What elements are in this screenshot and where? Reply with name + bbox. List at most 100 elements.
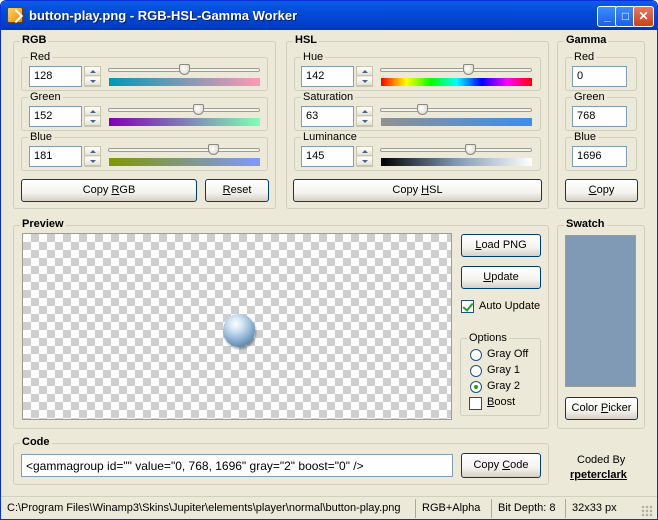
blue-label: Blue <box>28 131 55 143</box>
saturation-slider-thumb[interactable] <box>416 104 428 115</box>
copy-hsl-button[interactable]: Copy HSL <box>293 179 542 202</box>
status-bit-depth: Bit Depth: 8 <box>491 499 565 518</box>
copy-gamma-rest: opy <box>596 184 615 196</box>
gray-2-label[interactable]: Gray 2 <box>487 380 520 392</box>
play-button-image <box>223 314 255 347</box>
status-file-path: C:\Program Files\Winamp3\Skins\Jupiter\e… <box>7 502 401 514</box>
boost-checkbox[interactable] <box>469 397 482 410</box>
blue-spinner[interactable] <box>84 146 101 167</box>
spin-down-icon[interactable] <box>85 117 100 126</box>
red-gradient-bar <box>109 78 260 86</box>
hsl-group-title: HSL <box>293 34 319 46</box>
hue-label: Hue <box>301 51 326 63</box>
luminance-gradient-bar <box>381 158 532 166</box>
spin-up-icon[interactable] <box>357 147 372 156</box>
gamma-blue-label: Blue <box>572 131 599 143</box>
spin-up-icon[interactable] <box>357 107 372 116</box>
credit-label: Coded By <box>577 454 626 466</box>
gamma-red-label: Red <box>572 51 597 63</box>
luminance-input[interactable]: 145 <box>301 146 354 167</box>
close-button[interactable]: ✕ <box>633 6 654 27</box>
hue-spinner[interactable] <box>356 66 373 87</box>
gray-1-radio[interactable] <box>470 365 482 377</box>
luminance-label: Luminance <box>301 131 359 143</box>
gray-off-label[interactable]: Gray Off <box>487 348 528 360</box>
red-input[interactable]: 128 <box>29 66 82 87</box>
spin-up-icon[interactable] <box>357 67 372 76</box>
copy-rgb-prefix: Copy <box>82 184 112 196</box>
author-link[interactable]: rpeterclark <box>570 469 627 481</box>
spin-down-icon[interactable] <box>357 157 372 166</box>
rgb-group-title: RGB <box>20 34 49 46</box>
red-slider-thumb[interactable] <box>178 64 190 75</box>
resize-grip-icon[interactable] <box>641 505 653 517</box>
saturation-input[interactable]: 63 <box>301 106 354 127</box>
luminance-slider-thumb[interactable] <box>464 144 476 155</box>
gamma-blue-input[interactable]: 1696 <box>572 146 627 167</box>
reset-rest: eset <box>230 184 252 196</box>
hue-gradient-bar <box>381 78 532 86</box>
copy-rgb-rest: GB <box>119 184 136 196</box>
boost-rest: oost <box>494 396 516 408</box>
copy-code-accel: C <box>502 459 511 471</box>
luminance-slider-track[interactable] <box>380 148 532 152</box>
auto-update-checkbox[interactable] <box>461 300 474 313</box>
green-gradient-bar <box>109 118 260 126</box>
green-slider-thumb[interactable] <box>192 104 204 115</box>
green-spinner[interactable] <box>84 106 101 127</box>
status-mode: RGB+Alpha <box>415 499 491 518</box>
copy-code-prefix: Copy <box>473 459 503 471</box>
reset-button[interactable]: Reset <box>205 179 269 202</box>
saturation-spinner[interactable] <box>356 106 373 127</box>
saturation-slider-track[interactable] <box>380 108 532 112</box>
preview-canvas[interactable] <box>22 233 452 420</box>
copy-code-button[interactable]: Copy Code <box>461 453 541 478</box>
update-button[interactable]: Update <box>461 266 541 289</box>
green-slider-track[interactable] <box>108 108 260 112</box>
picker-rest: icker <box>608 402 632 414</box>
boost-label[interactable]: Boost <box>487 396 515 408</box>
copy-rgb-button[interactable]: Copy RGB <box>21 179 197 202</box>
gamma-green-input[interactable]: 768 <box>572 106 627 127</box>
copy-gamma-button[interactable]: Copy <box>565 179 638 202</box>
app-icon[interactable] <box>7 7 23 23</box>
spin-up-icon[interactable] <box>85 147 100 156</box>
spin-up-icon[interactable] <box>85 107 100 116</box>
title-bar[interactable]: button-play.png - RGB-HSL-Gamma Worker _… <box>1 1 657 30</box>
hue-slider-track[interactable] <box>380 68 532 72</box>
gamma-green-label: Green <box>572 91 607 103</box>
code-output-field[interactable]: <gammagroup id="" value="0, 768, 1696" g… <box>21 454 453 477</box>
color-swatch <box>565 235 636 387</box>
red-label: Red <box>28 51 53 63</box>
code-group-title: Code <box>20 436 52 448</box>
update-rest: pdate <box>491 271 519 283</box>
spin-down-icon[interactable] <box>357 77 372 86</box>
app-window: button-play.png - RGB-HSL-Gamma Worker _… <box>0 0 658 520</box>
luminance-spinner[interactable] <box>356 146 373 167</box>
spin-down-icon[interactable] <box>85 77 100 86</box>
blue-gradient-bar <box>109 158 260 166</box>
load-png-button[interactable]: Load PNG <box>461 234 541 257</box>
swatch-group-title: Swatch <box>564 218 607 230</box>
spin-down-icon[interactable] <box>357 117 372 126</box>
gamma-group-title: Gamma <box>564 34 609 46</box>
hue-input[interactable]: 142 <box>301 66 354 87</box>
gamma-red-input[interactable]: 0 <box>572 66 627 87</box>
blue-slider-track[interactable] <box>108 148 260 152</box>
red-spinner[interactable] <box>84 66 101 87</box>
gray-1-label[interactable]: Gray 1 <box>487 364 520 376</box>
green-input[interactable]: 152 <box>29 106 82 127</box>
picker-prefix: Color <box>571 402 601 414</box>
blue-input[interactable]: 181 <box>29 146 82 167</box>
copy-gamma-accel: C <box>588 184 597 196</box>
saturation-label: Saturation <box>301 91 356 103</box>
copy-hsl-accel: H <box>421 184 430 196</box>
spin-up-icon[interactable] <box>85 67 100 76</box>
color-picker-button[interactable]: Color Picker <box>565 397 638 420</box>
saturation-gradient-bar <box>381 118 532 126</box>
gray-2-radio[interactable] <box>470 381 482 393</box>
status-image-size: 32x33 px <box>565 499 635 518</box>
auto-update-label[interactable]: Auto Update <box>479 300 540 312</box>
gray-off-radio[interactable] <box>470 349 482 361</box>
spin-down-icon[interactable] <box>85 157 100 166</box>
